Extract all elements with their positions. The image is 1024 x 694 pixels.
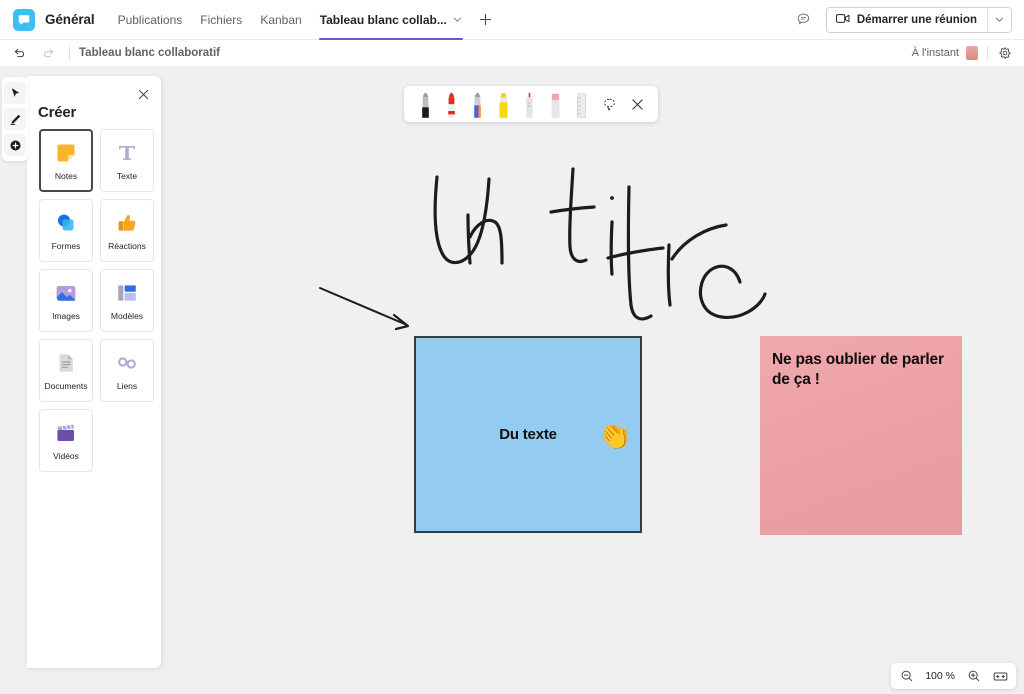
pen-toolbar — [404, 86, 658, 122]
pen-icon[interactable] — [4, 108, 26, 130]
team-name: Général — [45, 12, 95, 27]
whiteboard-app: Général Publications Fichiers Kanban Tab… — [0, 0, 1024, 694]
toolbar-divider-2 — [987, 46, 988, 60]
whiteboard-toolbar: Tableau blanc collaboratif À l'instant — [0, 40, 1024, 67]
tab-label: Kanban — [260, 13, 301, 27]
sticky-note-pink[interactable]: Ne pas oublier de parler de ça ! — [760, 336, 962, 535]
document-title: Tableau blanc collaboratif — [79, 47, 220, 59]
plus-circle-icon[interactable] — [4, 134, 26, 156]
tab-label: Tableau blanc collab... — [320, 13, 447, 27]
toolbar-divider — [69, 46, 70, 60]
red-pen[interactable] — [439, 89, 463, 119]
shapes-icon — [53, 210, 79, 236]
add-tab-button[interactable] — [471, 0, 501, 40]
tile-label: Documents — [45, 381, 88, 391]
cursor-arrow-icon[interactable] — [4, 82, 26, 104]
tile-images[interactable]: Images — [39, 269, 93, 332]
sticky-note-pink-text: Ne pas oublier de parler de ça ! — [772, 350, 950, 390]
teams-chat-icon — [13, 9, 35, 31]
tool-rail — [2, 77, 28, 161]
redo-arrow-icon[interactable] — [38, 42, 60, 64]
sticky-note-icon — [53, 140, 79, 166]
app-header: Général Publications Fichiers Kanban Tab… — [0, 0, 1024, 40]
header-right-group: Démarrer une réunion — [792, 7, 1012, 33]
thumbs-up-icon — [114, 210, 140, 236]
tile-label: Modèles — [111, 311, 143, 321]
whiteboard-canvas[interactable]: 👏 Du texte Ne pas oublier de parler de ç… — [0, 67, 1024, 694]
create-tile-grid: Notes Texte — [39, 129, 155, 472]
video-camera-icon — [836, 13, 850, 27]
tile-texte[interactable]: Texte — [100, 129, 154, 192]
tile-liens[interactable]: Liens — [100, 339, 154, 402]
zoom-in-icon[interactable] — [965, 668, 982, 685]
black-pen[interactable] — [413, 89, 437, 119]
start-meeting-dropdown[interactable] — [987, 8, 1011, 32]
tile-reactions[interactable]: Réactions — [100, 199, 154, 262]
start-meeting-main[interactable]: Démarrer une réunion — [827, 8, 987, 32]
undo-arrow-icon[interactable] — [8, 42, 30, 64]
video-clapper-icon — [53, 420, 79, 446]
tab-label: Fichiers — [200, 13, 242, 27]
tile-label: Formes — [52, 241, 81, 251]
tile-label: Réactions — [108, 241, 146, 251]
create-panel: Créer Notes — [27, 76, 161, 668]
tile-documents[interactable]: Documents — [39, 339, 93, 402]
user-avatar[interactable] — [966, 46, 978, 60]
tab-fichiers[interactable]: Fichiers — [191, 0, 251, 40]
link-chain-icon — [114, 350, 140, 376]
zoom-out-icon[interactable] — [898, 668, 915, 685]
eraser-large[interactable] — [543, 89, 567, 119]
text-t-icon — [114, 140, 140, 166]
ruler[interactable] — [569, 89, 593, 119]
close-icon[interactable] — [134, 85, 152, 103]
rainbow-pen[interactable] — [465, 89, 489, 119]
tab-kanban[interactable]: Kanban — [251, 0, 310, 40]
start-meeting-button[interactable]: Démarrer une réunion — [826, 7, 1012, 33]
create-panel-title: Créer — [38, 104, 155, 121]
close-icon[interactable] — [625, 92, 649, 116]
sticky-note-blue-text: Du texte — [499, 426, 557, 443]
chevron-down-icon[interactable] — [453, 15, 462, 24]
eraser-small[interactable] — [517, 89, 541, 119]
tile-notes[interactable]: Notes — [39, 129, 93, 192]
toolbar-right-group: À l'instant — [912, 42, 1016, 64]
tile-modeles[interactable]: Modèles — [100, 269, 154, 332]
templates-icon — [114, 280, 140, 306]
gear-icon[interactable] — [994, 42, 1016, 64]
start-meeting-label: Démarrer une réunion — [857, 14, 977, 26]
clapping-hands-emoji: 👏 — [598, 423, 632, 450]
tile-label: Vidéos — [53, 451, 79, 461]
image-icon — [53, 280, 79, 306]
tile-label: Images — [52, 311, 80, 321]
tile-label: Liens — [117, 381, 137, 391]
tile-label: Notes — [55, 171, 77, 181]
sticky-note-blue[interactable]: 👏 Du texte — [414, 336, 642, 533]
lasso-select-icon[interactable] — [597, 92, 621, 116]
yellow-highlighter[interactable] — [491, 89, 515, 119]
tile-formes[interactable]: Formes — [39, 199, 93, 262]
feedback-chat-icon[interactable] — [792, 8, 816, 32]
fit-to-screen-icon[interactable] — [992, 668, 1009, 685]
tab-label: Publications — [118, 13, 183, 27]
tab-bar: Publications Fichiers Kanban Tableau bla… — [109, 0, 501, 40]
tab-publications[interactable]: Publications — [109, 0, 192, 40]
tile-videos[interactable]: Vidéos — [39, 409, 93, 472]
document-icon — [53, 350, 79, 376]
zoom-level: 100 % — [925, 670, 955, 682]
tile-label: Texte — [117, 171, 137, 181]
save-status: À l'instant — [912, 47, 959, 59]
zoom-controls: 100 % — [891, 663, 1016, 689]
tab-tableau-blanc[interactable]: Tableau blanc collab... — [311, 0, 471, 40]
